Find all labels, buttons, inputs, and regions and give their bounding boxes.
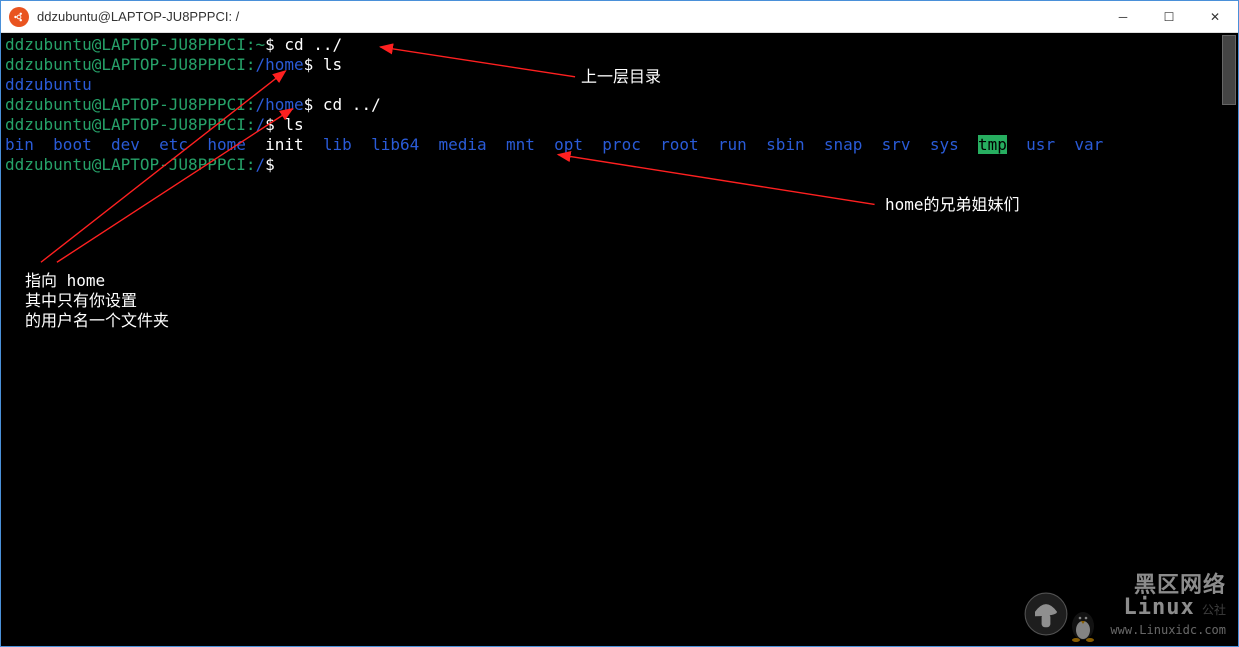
dir-entry: bin bbox=[5, 135, 34, 154]
dir-entry: boot bbox=[53, 135, 92, 154]
window-title: ddzubuntu@LAPTOP-JU8PPPCI: / bbox=[37, 9, 1100, 24]
dir-entry: root bbox=[660, 135, 699, 154]
dir-entry: ddzubuntu bbox=[5, 75, 92, 94]
ubuntu-icon bbox=[9, 7, 29, 27]
terminal-line: ddzubuntu@LAPTOP-JU8PPPCI:/home$ ls bbox=[5, 55, 1234, 75]
dir-entry: sbin bbox=[766, 135, 805, 154]
prompt-user: ddzubuntu@LAPTOP-JU8PPPCI bbox=[5, 35, 246, 54]
prompt-path: / bbox=[255, 115, 265, 134]
prompt-path: ~ bbox=[255, 35, 265, 54]
dir-entry: etc bbox=[159, 135, 188, 154]
command: cd ../ bbox=[284, 35, 342, 54]
prompt-path: / bbox=[255, 155, 265, 174]
annotation-right: home的兄弟姐妹们 bbox=[885, 195, 1020, 215]
terminal-body[interactable]: ddzubuntu@LAPTOP-JU8PPPCI:~$ cd ../ ddzu… bbox=[1, 33, 1238, 646]
command: ls bbox=[323, 55, 342, 74]
command: ls bbox=[284, 115, 303, 134]
dir-entry: home bbox=[207, 135, 246, 154]
dir-entry: var bbox=[1074, 135, 1103, 154]
prompt-path: /home bbox=[255, 95, 303, 114]
dir-entry: mnt bbox=[506, 135, 535, 154]
dir-entry: proc bbox=[602, 135, 641, 154]
annotation-left: 指向 home 其中只有你设置 的用户名一个文件夹 bbox=[25, 271, 169, 331]
dir-entry: lib64 bbox=[371, 135, 419, 154]
dir-entry-sticky: tmp bbox=[978, 135, 1007, 154]
mushroom-logo bbox=[1024, 592, 1068, 636]
terminal-output: ddzubuntu bbox=[5, 75, 1234, 95]
close-button[interactable]: ✕ bbox=[1192, 1, 1238, 33]
scrollbar[interactable] bbox=[1222, 35, 1236, 105]
dir-entry: run bbox=[718, 135, 747, 154]
dir-entry: opt bbox=[554, 135, 583, 154]
ls-output-line: bin boot dev etc home init lib lib64 med… bbox=[5, 135, 1234, 155]
maximize-button[interactable]: ☐ bbox=[1146, 1, 1192, 33]
dir-entry: sys bbox=[930, 135, 959, 154]
dir-entry: media bbox=[439, 135, 487, 154]
file-entry: init bbox=[265, 135, 304, 154]
dir-entry: srv bbox=[882, 135, 911, 154]
terminal-line: ddzubuntu@LAPTOP-JU8PPPCI:/$ ls bbox=[5, 115, 1234, 135]
dir-entry: snap bbox=[824, 135, 863, 154]
terminal-line: ddzubuntu@LAPTOP-JU8PPPCI:/home$ cd ../ bbox=[5, 95, 1234, 115]
prompt-path: /home bbox=[255, 55, 303, 74]
terminal-line: ddzubuntu@LAPTOP-JU8PPPCI:/$ bbox=[5, 155, 1234, 175]
command: cd ../ bbox=[323, 95, 381, 114]
dir-entry: usr bbox=[1026, 135, 1055, 154]
minimize-button[interactable]: ─ bbox=[1100, 1, 1146, 33]
dir-entry: lib bbox=[323, 135, 352, 154]
terminal-line: ddzubuntu@LAPTOP-JU8PPPCI:~$ cd ../ bbox=[5, 35, 1234, 55]
dir-entry: dev bbox=[111, 135, 140, 154]
window-titlebar[interactable]: ddzubuntu@LAPTOP-JU8PPPCI: / ─ ☐ ✕ bbox=[1, 1, 1238, 33]
terminal-window: ddzubuntu@LAPTOP-JU8PPPCI: / ─ ☐ ✕ ddzub… bbox=[0, 0, 1239, 647]
penguin-logo bbox=[1068, 608, 1098, 642]
watermark: 黑区网络 Linux 公社 www.Linuxidc.com bbox=[1110, 576, 1226, 640]
